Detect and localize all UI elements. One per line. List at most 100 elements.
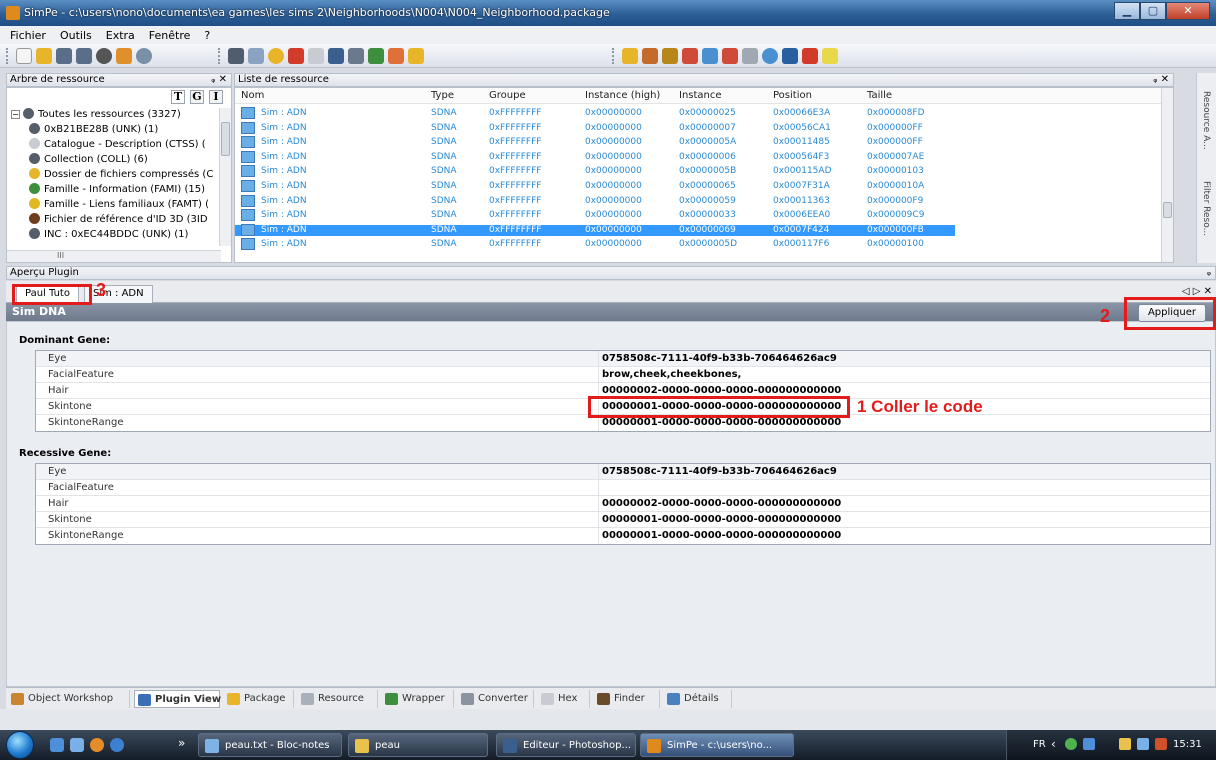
- messenger-icon[interactable]: [1065, 738, 1077, 750]
- tree-mode-t-button[interactable]: T: [171, 90, 185, 104]
- workspace-tab[interactable]: Object Workshop: [8, 690, 130, 708]
- tree-collapse-icon[interactable]: −: [11, 110, 20, 119]
- menu-fichier[interactable]: Fichier: [10, 29, 46, 42]
- show-desktop-icon[interactable]: [50, 738, 64, 752]
- resource-row[interactable]: Sim : ADN SDNA 0xFFFFFFFF 0x00000000 0x00000…: [235, 223, 955, 236]
- hood-icon[interactable]: [116, 48, 132, 64]
- quicklaunch-more-icon[interactable]: »: [178, 736, 185, 750]
- gene-value-field[interactable]: 00000001-0000-0000-0000-000000000000: [602, 514, 841, 525]
- menu-extra[interactable]: Extra: [106, 29, 135, 42]
- list-icon[interactable]: [702, 48, 718, 64]
- workspace-tab[interactable]: Resource: [298, 690, 378, 708]
- gene-value-field[interactable]: 0758508c-7111-40f9-b33b-706464626ac9: [602, 353, 837, 364]
- gene-row[interactable]: Eye 0758508c-7111-40f9-b33b-706464626ac9: [36, 464, 1210, 480]
- workspace-tab[interactable]: Package: [224, 690, 294, 708]
- workspace-tab[interactable]: Converter: [458, 690, 534, 708]
- tray-device-icon[interactable]: [1119, 738, 1131, 750]
- save-as-icon[interactable]: [76, 48, 92, 64]
- menu-fenetre[interactable]: Fenêtre: [149, 29, 191, 42]
- taskbar-button[interactable]: Editeur - Photoshop...: [496, 733, 636, 757]
- tree-item[interactable]: INC : 0xEC44BDDC (UNK) (1): [29, 228, 217, 241]
- tree-item[interactable]: Catalogue - Description (CTSS) (: [29, 138, 217, 151]
- tree-item[interactable]: Collection (COLL) (6): [29, 153, 217, 166]
- cut-icon[interactable]: [228, 48, 244, 64]
- export-icon[interactable]: [348, 48, 364, 64]
- clock[interactable]: 15:31: [1173, 739, 1202, 750]
- tree-hscrollbar[interactable]: III: [7, 250, 221, 262]
- tree-pin-close[interactable]: ᵩ ✕: [211, 74, 227, 86]
- resource-row[interactable]: Sim : ADN SDNA 0xFFFFFFFF 0x00000000 0x00000…: [235, 136, 955, 149]
- import-icon[interactable]: [328, 48, 344, 64]
- ie-icon[interactable]: [110, 738, 124, 752]
- col-groupe[interactable]: Groupe: [489, 90, 526, 101]
- book-icon[interactable]: [662, 48, 678, 64]
- taskbar-button[interactable]: SimPe - c:\users\no...: [640, 733, 794, 757]
- resource-row[interactable]: Sim : ADN SDNA 0xFFFFFFFF 0x00000000 0x00000…: [235, 209, 955, 222]
- volume-icon[interactable]: [1155, 738, 1167, 750]
- gene-value-field[interactable]: 00000001-0000-0000-0000-000000000000: [602, 530, 841, 541]
- col-position[interactable]: Position: [773, 90, 812, 101]
- gene-row[interactable]: Hair 00000002-0000-0000-0000-000000000000: [36, 496, 1210, 512]
- resource-icon[interactable]: [642, 48, 658, 64]
- delete-icon[interactable]: [288, 48, 304, 64]
- firefox-icon[interactable]: [90, 738, 104, 752]
- language-indicator[interactable]: FR: [1033, 739, 1046, 750]
- minimize-button[interactable]: ▁: [1114, 2, 1140, 20]
- person-icon[interactable]: [782, 48, 798, 64]
- switch-windows-icon[interactable]: [70, 738, 84, 752]
- res-pin-close[interactable]: ᵩ ✕: [1153, 74, 1169, 86]
- tree-item[interactable]: Fichier de référence d'ID 3D (3ID: [29, 213, 217, 226]
- menu-help[interactable]: ?: [204, 29, 210, 42]
- tab-sim-adn[interactable]: Sim : ADN: [84, 285, 153, 303]
- cross-icon[interactable]: [802, 48, 818, 64]
- resource-row[interactable]: Sim : ADN SDNA 0xFFFFFFFF 0x00000000 0x00000…: [235, 194, 955, 207]
- maximize-button[interactable]: ▢: [1140, 2, 1166, 20]
- workspace-tab[interactable]: Hex: [538, 690, 590, 708]
- gene-value-field[interactable]: 00000002-0000-0000-0000-000000000000: [602, 498, 841, 509]
- col-type[interactable]: Type: [431, 90, 454, 101]
- resource-row[interactable]: Sim : ADN SDNA 0xFFFFFFFF 0x00000000 0x00000…: [235, 107, 955, 119]
- workspace-tab[interactable]: Détails: [664, 690, 732, 708]
- chart-icon[interactable]: [722, 48, 738, 64]
- search-icon[interactable]: [136, 48, 152, 64]
- gene-value-field[interactable]: 00000002-0000-0000-0000-000000000000: [602, 385, 841, 396]
- x-icon[interactable]: [308, 48, 324, 64]
- gene-row[interactable]: SkintoneRange 00000001-0000-0000-0000-000…: [36, 528, 1210, 544]
- grid-icon[interactable]: [368, 48, 384, 64]
- resource-row[interactable]: Sim : ADN SDNA 0xFFFFFFFF 0x00000000 0x00000…: [235, 180, 955, 192]
- gene-value-field[interactable]: 00000001-0000-0000-0000-000000000000: [602, 417, 841, 428]
- workspace-tab[interactable]: Wrapper: [382, 690, 454, 708]
- new-file-icon[interactable]: [16, 48, 32, 64]
- gene-value-field[interactable]: 0758508c-7111-40f9-b33b-706464626ac9: [602, 466, 837, 477]
- plugin-pin[interactable]: ᵩ: [1207, 267, 1211, 279]
- network-icon[interactable]: [1137, 738, 1149, 750]
- resource-archive-tab[interactable]: Resource A...: [1201, 91, 1211, 150]
- start-button[interactable]: [6, 731, 34, 759]
- copy-icon[interactable]: [248, 48, 264, 64]
- col-instance[interactable]: Instance: [679, 90, 722, 101]
- gene-row[interactable]: FacialFeature brow,cheek,cheekbones,: [36, 367, 1210, 383]
- tree-vscrollbar[interactable]: [219, 108, 231, 246]
- tray-arrow-icon[interactable]: ‹: [1051, 737, 1056, 751]
- tree-item[interactable]: Famille - Information (FAMI) (15): [29, 183, 217, 196]
- close-button[interactable]: ✕: [1166, 2, 1210, 20]
- close-file-icon[interactable]: [96, 48, 112, 64]
- col-instance-high[interactable]: Instance (high): [585, 90, 660, 101]
- tree-item[interactable]: 0xB21BE28B (UNK) (1): [29, 123, 217, 136]
- col-taille[interactable]: Taille: [867, 90, 892, 101]
- people-icon[interactable]: [388, 48, 404, 64]
- toolbar-grip[interactable]: [612, 48, 616, 64]
- workspace-tab[interactable]: Finder: [594, 690, 660, 708]
- package-icon[interactable]: [622, 48, 638, 64]
- gene-row[interactable]: FacialFeature: [36, 480, 1210, 496]
- taskbar-button[interactable]: peau.txt - Bloc-notes: [198, 733, 342, 757]
- paste-icon[interactable]: [268, 48, 284, 64]
- tree-mode-i-button[interactable]: I: [209, 90, 223, 104]
- workspace-tab[interactable]: Plugin View: [134, 690, 221, 708]
- resource-row[interactable]: Sim : ADN SDNA 0xFFFFFFFF 0x00000000 0x00000…: [235, 238, 955, 251]
- family-icon[interactable]: [408, 48, 424, 64]
- tab-nav-controls[interactable]: ◁ ▷ ✕: [1182, 286, 1212, 297]
- gene-row[interactable]: Eye 0758508c-7111-40f9-b33b-706464626ac9: [36, 351, 1210, 367]
- save-icon[interactable]: [56, 48, 72, 64]
- tray-app-icon[interactable]: [1083, 738, 1095, 750]
